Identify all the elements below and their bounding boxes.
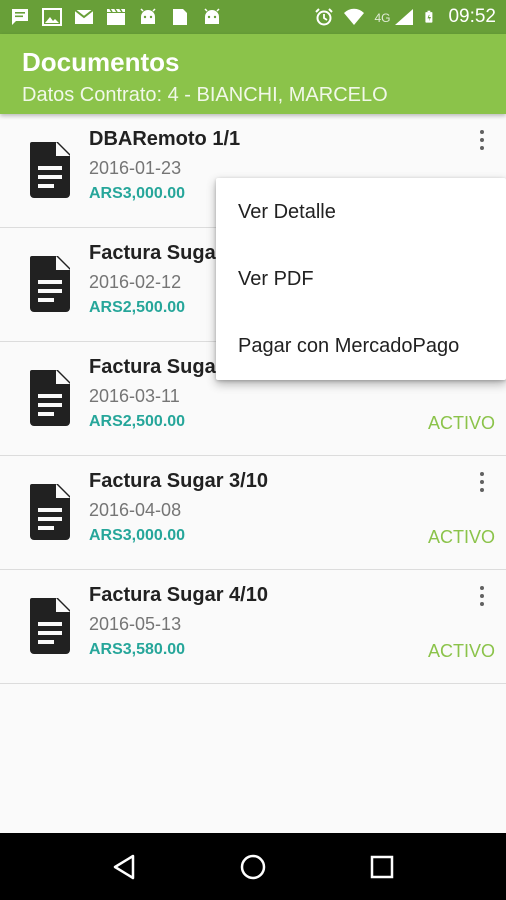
document-amount: ARS2,500.00 (89, 413, 186, 430)
document-status: ACTIVO (427, 641, 495, 661)
recents-icon (370, 855, 393, 878)
app-bar: Documentos Datos Contrato: 4 - BIANCHI, … (0, 34, 506, 114)
document-title: Factura Suga (89, 242, 216, 264)
clock: 09:52 (448, 6, 496, 27)
document-icon (30, 370, 70, 426)
document-date: 2016-01-23 (89, 158, 182, 178)
network-type: 4G (374, 11, 391, 25)
gmail-icon (74, 9, 94, 24)
back-button[interactable] (104, 847, 144, 887)
document-amount: ARS3,000.00 (89, 185, 186, 202)
page-title: Documentos (22, 47, 180, 77)
document-title: Factura Sugar 4/10 (89, 584, 268, 606)
document-item[interactable]: Factura Sugar 3/10 2016-04-08 ARS3,000.0… (0, 456, 506, 570)
document-icon (30, 484, 70, 540)
android-icon (140, 8, 156, 24)
document-title: Factura Sugar 3/10 (89, 470, 268, 492)
document-icon (30, 598, 70, 654)
wifi-icon (344, 8, 365, 25)
overflow-menu-icon[interactable] (472, 584, 492, 608)
menu-item-pagar-mercadopago[interactable]: Pagar con MercadoPago (216, 324, 506, 391)
document-date: 2016-03-11 (89, 386, 180, 406)
document-amount: ARS3,000.00 (89, 527, 186, 544)
message-icon (12, 9, 28, 25)
back-icon (114, 854, 135, 879)
page-subtitle: Datos Contrato: 4 - BIANCHI, MARCELO (22, 84, 388, 106)
image-icon (42, 8, 62, 26)
document-amount: ARS3,580.00 (89, 641, 186, 658)
navigation-bar (0, 833, 506, 900)
home-icon (240, 854, 266, 879)
clapperboard-icon (107, 8, 125, 25)
document-title: Factura Suga (89, 356, 216, 378)
recents-button[interactable] (362, 847, 402, 887)
document-date: 2016-05-13 (89, 614, 182, 634)
system-icons: 4G 09:52 (314, 6, 496, 28)
document-icon (30, 142, 70, 198)
android-icon (204, 8, 220, 24)
menu-item-ver-detalle[interactable]: Ver Detalle (216, 190, 506, 257)
signal-icon (395, 9, 414, 25)
document-item[interactable]: Factura Sugar 4/10 2016-05-13 ARS3,580.0… (0, 570, 506, 684)
document-date: 2016-04-08 (89, 500, 182, 520)
popup-menu: Ver Detalle Ver PDF Pagar con MercadoPag… (216, 178, 506, 380)
alarm-icon (315, 8, 334, 26)
file-icon (173, 9, 187, 25)
document-amount: ARS2,500.00 (89, 299, 186, 316)
menu-item-ver-pdf[interactable]: Ver PDF (216, 257, 506, 324)
status-bar: 4G 09:52 (0, 0, 506, 34)
overflow-menu-icon[interactable] (472, 128, 492, 152)
document-status: ACTIVO (427, 527, 495, 547)
document-date: 2016-02-12 (89, 272, 182, 292)
home-button[interactable] (233, 847, 273, 887)
battery-icon (425, 10, 433, 23)
document-status: ACTIVO (427, 413, 495, 433)
document-icon (30, 256, 70, 312)
document-title: DBARemoto 1/1 (89, 128, 241, 150)
notification-icons (10, 8, 222, 26)
overflow-menu-icon[interactable] (472, 470, 492, 494)
